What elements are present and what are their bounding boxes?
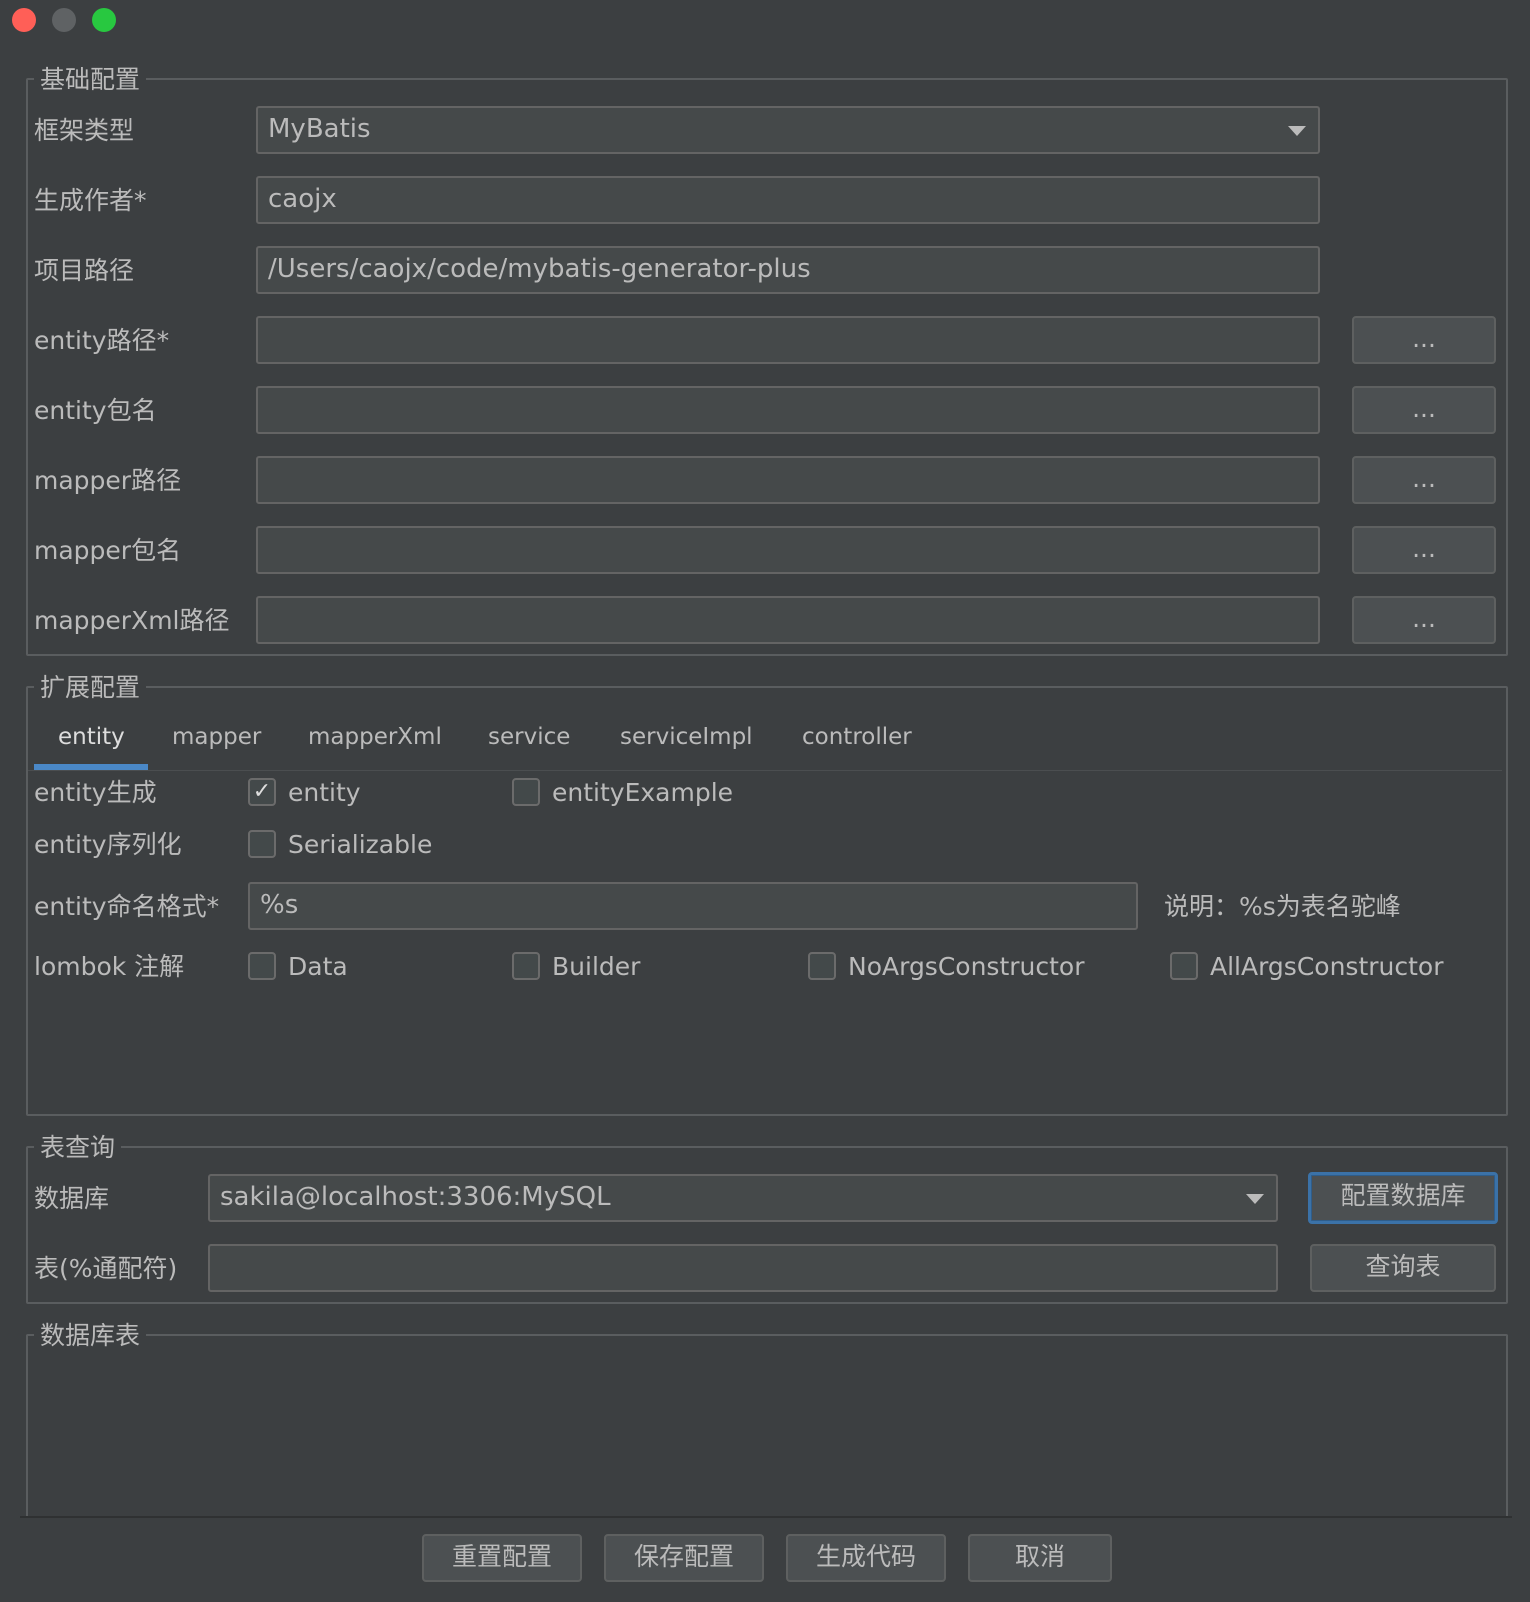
database-select-value: sakila@localhost:3306:MySQL (220, 1182, 611, 1212)
mapper-package-label: mapper包名 (34, 536, 182, 565)
entity-naming-input[interactable]: %s (248, 882, 1138, 930)
database-select[interactable]: sakila@localhost:3306:MySQL (208, 1174, 1278, 1222)
framework-select-value: MyBatis (268, 114, 371, 144)
tab-serviceimpl[interactable]: serviceImpl (620, 722, 753, 752)
mapperxml-path-input[interactable] (256, 596, 1320, 644)
author-label: 生成作者* (34, 186, 147, 215)
entity-naming-label: entity命名格式* (34, 892, 220, 921)
lombok-builder-label: Builder (552, 952, 641, 981)
entity-example-checkbox-label: entityExample (552, 778, 734, 807)
tab-controller[interactable]: controller (802, 722, 912, 752)
entity-naming-hint: 说明：%s为表名驼峰 (1164, 892, 1401, 921)
serializable-checkbox-label: Serializable (288, 830, 433, 859)
entity-checkbox-label: entity (288, 778, 361, 807)
mapperxml-path-label: mapperXml路径 (34, 606, 230, 635)
entity-package-input[interactable] (256, 386, 1320, 434)
tab-mapper[interactable]: mapper (172, 722, 261, 752)
reset-config-button[interactable]: 重置配置 (422, 1534, 582, 1582)
table-filter-label: 表(%通配符) (34, 1254, 178, 1283)
entity-path-browse-button[interactable]: ... (1352, 316, 1496, 364)
table-query-title: 表查询 (34, 1134, 122, 1162)
mapper-path-label: mapper路径 (34, 466, 182, 495)
mapper-package-input[interactable] (256, 526, 1320, 574)
chevron-down-icon (1246, 1194, 1264, 1204)
entity-path-input[interactable] (256, 316, 1320, 364)
mapper-package-browse-button[interactable]: ... (1352, 526, 1496, 574)
author-input[interactable]: caojx (256, 176, 1320, 224)
database-tables-list[interactable] (28, 1336, 1506, 1516)
tab-divider (28, 770, 1502, 771)
entity-checkbox[interactable]: ✓ (248, 778, 276, 806)
project-path-label: 项目路径 (34, 256, 135, 285)
entity-generate-label: entity生成 (34, 778, 157, 807)
lombok-allargs-checkbox[interactable] (1170, 952, 1198, 980)
query-table-button[interactable]: 查询表 (1310, 1244, 1496, 1292)
table-filter-input[interactable] (208, 1244, 1278, 1292)
entity-path-label: entity路径* (34, 326, 170, 355)
mapperxml-path-browse-button[interactable]: ... (1352, 596, 1496, 644)
check-icon: ✓ (252, 779, 272, 804)
lombok-noargs-checkbox[interactable] (808, 952, 836, 980)
framework-label: 框架类型 (34, 116, 135, 145)
cancel-button[interactable]: 取消 (968, 1534, 1112, 1582)
database-label: 数据库 (34, 1184, 110, 1213)
basic-config-title: 基础配置 (34, 66, 147, 94)
tab-mapperxml[interactable]: mapperXml (308, 722, 442, 752)
entity-package-browse-button[interactable]: ... (1352, 386, 1496, 434)
lombok-noargs-label: NoArgsConstructor (848, 952, 1085, 981)
lombok-builder-checkbox[interactable] (512, 952, 540, 980)
framework-select[interactable]: MyBatis (256, 106, 1320, 154)
serializable-checkbox[interactable] (248, 830, 276, 858)
close-window-button[interactable] (12, 8, 36, 32)
project-path-input[interactable]: /Users/caojx/code/mybatis-generator-plus (256, 246, 1320, 294)
lombok-allargs-label: AllArgsConstructor (1210, 952, 1444, 981)
mapper-path-browse-button[interactable]: ... (1352, 456, 1496, 504)
extended-config-title: 扩展配置 (34, 674, 147, 702)
lombok-data-checkbox[interactable] (248, 952, 276, 980)
footer-bar (20, 1516, 1512, 1602)
chevron-down-icon (1288, 126, 1306, 136)
tab-entity[interactable]: entity (58, 722, 125, 752)
save-config-button[interactable]: 保存配置 (604, 1534, 764, 1582)
mapper-path-input[interactable] (256, 456, 1320, 504)
generate-code-button[interactable]: 生成代码 (786, 1534, 946, 1582)
maximize-window-button[interactable] (92, 8, 116, 32)
lombok-data-label: Data (288, 952, 348, 981)
minimize-window-button[interactable] (52, 8, 76, 32)
entity-package-label: entity包名 (34, 396, 157, 425)
entity-serialize-label: entity序列化 (34, 830, 182, 859)
entity-example-checkbox[interactable] (512, 778, 540, 806)
lombok-label: lombok 注解 (34, 952, 185, 981)
config-database-button[interactable]: 配置数据库 (1308, 1172, 1498, 1224)
tab-service[interactable]: service (488, 722, 570, 752)
